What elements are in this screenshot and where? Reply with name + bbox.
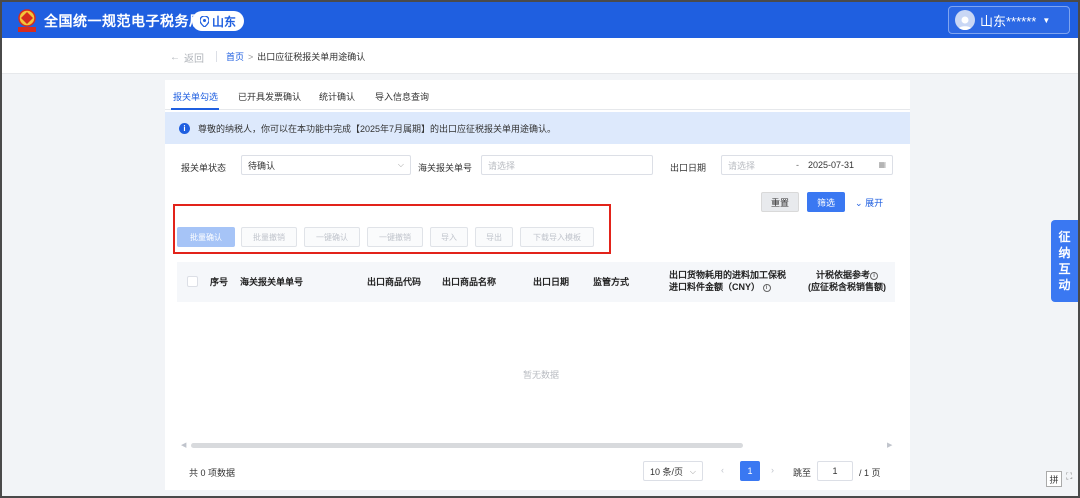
chevron-down-icon: ⌵ <box>397 160 404 169</box>
col-supervision: 监管方式 <box>593 277 630 287</box>
total-count: 共 0 项数据 <box>189 468 236 478</box>
caret-down-icon: ▼ <box>1042 15 1051 25</box>
table-header: 序号 海关报关单单号 出口商品代码 出口商品名称 出口日期 监管方式 出口货物耗… <box>177 262 895 302</box>
customs-no-placeholder: 请选择 <box>488 160 516 171</box>
notice-banner: i 尊敬的纳税人，你可以在本功能中完成【2025年7月属期】的出口应征税报关单用… <box>165 112 910 144</box>
col-tax-basis: 计税依据参考 i (应征税含税销售额) <box>801 269 893 293</box>
info-circle-icon[interactable]: i <box>870 271 878 280</box>
notice-text: 尊敬的纳税人，你可以在本功能中完成【2025年7月属期】的出口应征税报关单用途确… <box>198 123 557 134</box>
chevron-down-icon: ⌵ <box>689 467 696 476</box>
status-select[interactable]: 待确认 ⌵ <box>241 155 411 175</box>
tab-declaration-select[interactable]: 报关单勾选 <box>173 90 218 103</box>
jump-page-input[interactable]: 1 <box>817 461 853 481</box>
one-click-revoke-button[interactable]: 一键撤销 <box>367 227 423 247</box>
interaction-float-button[interactable]: 征纳互动 <box>1051 220 1078 302</box>
col-seq: 序号 <box>210 277 229 287</box>
batch-confirm-button[interactable]: 批量确认 <box>177 227 235 247</box>
one-click-confirm-button[interactable]: 一键确认 <box>304 227 360 247</box>
breadcrumb-separator: > <box>248 52 254 62</box>
download-template-button[interactable]: 下载导入模板 <box>520 227 594 247</box>
col-basis-line1: 计税依据参考 <box>815 270 870 280</box>
col-bonded-line1: 出口货物耗用的进料加工保税 <box>669 270 787 280</box>
next-page-icon[interactable]: › <box>771 465 774 475</box>
active-tab-indicator <box>171 108 219 110</box>
expand-label: 展开 <box>865 198 884 208</box>
scrollbar-thumb[interactable] <box>191 443 743 448</box>
export-date-label: 出口日期 <box>670 163 707 173</box>
user-name: 山东****** <box>980 13 1037 29</box>
col-export-date: 出口日期 <box>533 277 570 287</box>
divider <box>216 51 217 62</box>
top-header: 全国统一规范电子税务局 山东 山东****** ▼ <box>2 2 1078 38</box>
main-panel: 报关单勾选 已开具发票确认 统计确认 导入信息查询 i 尊敬的纳税人，你可以在本… <box>165 80 910 490</box>
col-product-code: 出口商品代码 <box>367 277 422 287</box>
user-menu[interactable]: 山东****** ▼ <box>948 6 1070 34</box>
export-date-range[interactable]: 请选择 - 2025-07-31 ▦ <box>721 155 893 175</box>
breadcrumb-current: 出口应征税报关单用途确认 <box>257 52 366 62</box>
select-all-checkbox[interactable] <box>187 276 198 287</box>
col-bonded-amount: 出口货物耗用的进料加工保税 进口料件金额（CNY） i <box>669 269 799 293</box>
expand-icon[interactable]: ⛶ <box>1066 471 1078 487</box>
info-circle-icon[interactable]: i <box>762 283 771 292</box>
customs-no-label: 海关报关单号 <box>418 163 473 173</box>
breadcrumb-bar: ← 返回 首页 > 出口应征税报关单用途确认 <box>2 38 1078 74</box>
scroll-right-icon[interactable]: ▶ <box>887 441 892 449</box>
col-product-name: 出口商品名称 <box>442 277 497 287</box>
ime-indicator: 拼 <box>1046 471 1062 487</box>
prev-page-icon[interactable]: ‹ <box>721 465 724 475</box>
empty-state: 暂无数据 <box>523 370 560 380</box>
reset-button[interactable]: 重置 <box>761 192 799 212</box>
batch-revoke-button[interactable]: 批量撤销 <box>241 227 297 247</box>
jump-label: 跳至 <box>793 468 812 478</box>
breadcrumb-home[interactable]: 首页 <box>226 52 244 62</box>
date-start-placeholder: 请选择 <box>728 160 756 171</box>
col-customs-no: 海关报关单单号 <box>240 277 304 287</box>
import-button[interactable]: 导入 <box>430 227 468 247</box>
filter-button[interactable]: 筛选 <box>807 192 845 212</box>
page-size-value: 10 条/页 <box>650 466 684 477</box>
tab-import-query[interactable]: 导入信息查询 <box>375 90 429 103</box>
info-icon: i <box>179 122 190 134</box>
page-number-current[interactable]: 1 <box>740 461 760 481</box>
back-button[interactable]: ← 返回 <box>170 50 204 65</box>
total-pages: / 1 页 <box>859 468 881 478</box>
user-avatar-icon <box>955 10 975 30</box>
status-label: 报关单状态 <box>181 163 227 173</box>
page-size-select[interactable]: 10 条/页 ⌵ <box>643 461 703 481</box>
tab-stat-confirm[interactable]: 统计确认 <box>319 90 355 103</box>
date-end-value: 2025-07-31 <box>808 160 855 170</box>
tab-invoice-confirm[interactable]: 已开具发票确认 <box>238 90 301 103</box>
status-value: 待确认 <box>248 160 276 171</box>
col-bonded-line2: 进口料件金额（CNY） <box>669 282 761 292</box>
export-button[interactable]: 导出 <box>475 227 513 247</box>
expand-toggle[interactable]: ⌄ 展开 <box>855 196 883 209</box>
region-selector[interactable]: 山东 <box>192 11 244 31</box>
horizontal-scrollbar[interactable]: ◀ ▶ <box>181 441 895 449</box>
chevron-down-icon: ⌄ <box>855 198 863 208</box>
back-label: 返回 <box>184 54 204 65</box>
tab-bar: 报关单勾选 已开具发票确认 统计确认 导入信息查询 <box>165 80 910 110</box>
region-label: 山东 <box>211 14 236 29</box>
float-label: 征纳互动 <box>1058 230 1071 292</box>
arrow-left-icon: ← <box>170 52 180 63</box>
date-range-separator: - <box>796 160 799 170</box>
location-pin-icon <box>199 15 209 27</box>
tax-emblem-logo <box>18 9 36 32</box>
col-basis-line2: (应征税含税销售额) <box>808 282 886 292</box>
site-title: 全国统一规范电子税务局 <box>44 13 204 29</box>
calendar-icon: ▦ <box>878 160 886 169</box>
breadcrumb: 首页 > 出口应征税报关单用途确认 <box>226 50 365 63</box>
scroll-left-icon[interactable]: ◀ <box>181 441 186 449</box>
customs-no-input[interactable]: 请选择 <box>481 155 653 175</box>
